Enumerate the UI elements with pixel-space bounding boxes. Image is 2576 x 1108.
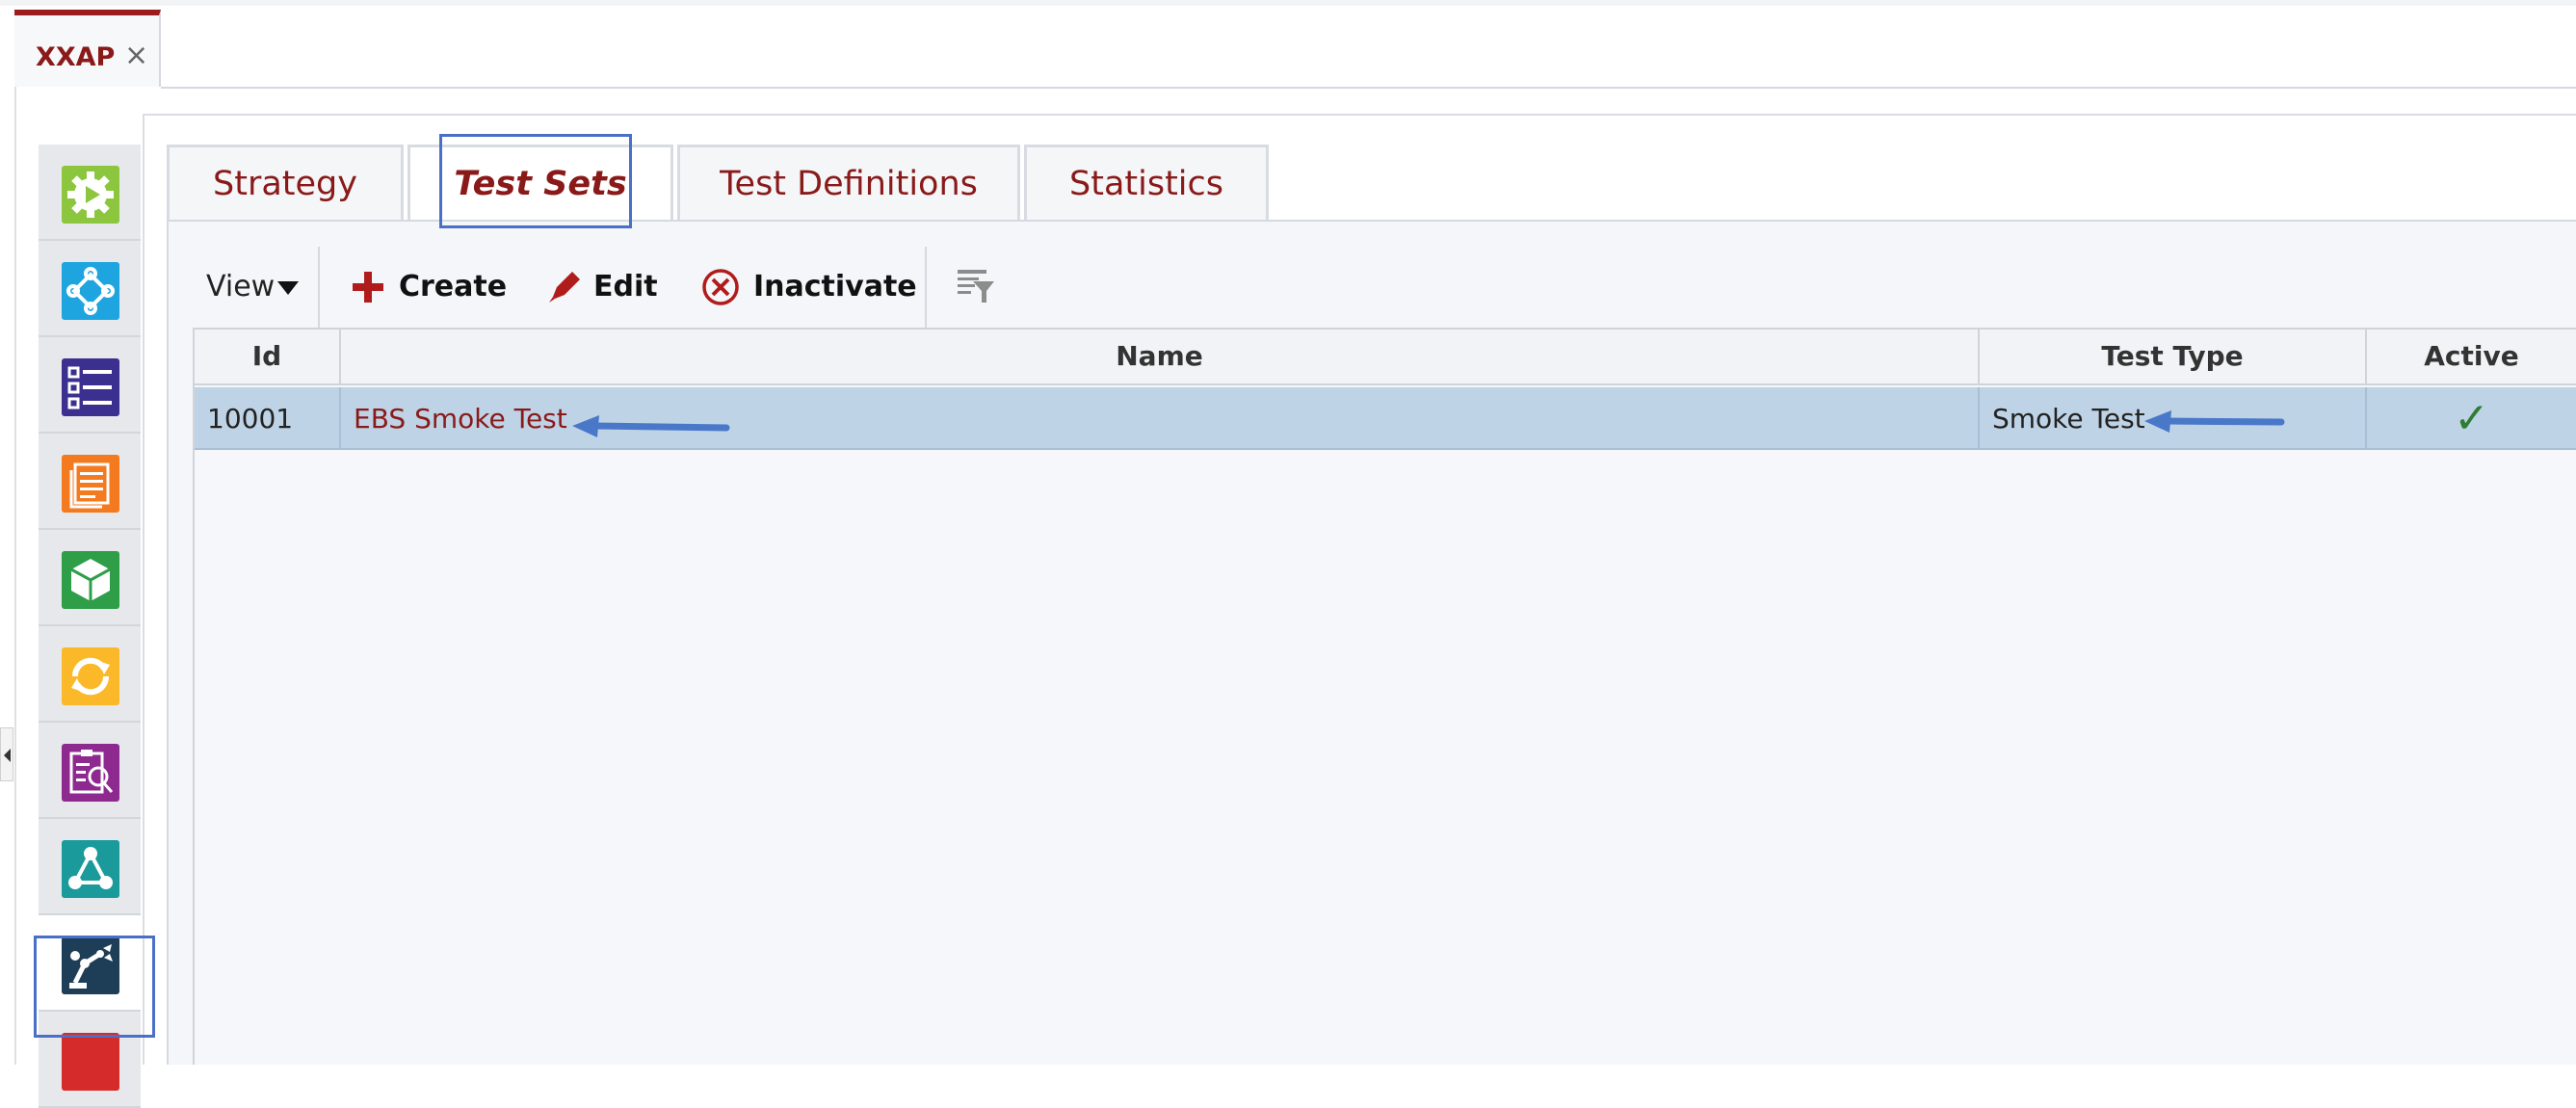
tab-label: Strategy — [213, 165, 357, 203]
sidebar-item-review[interactable] — [39, 723, 141, 819]
filter-columns-button[interactable] — [954, 260, 996, 314]
close-icon[interactable]: × — [124, 39, 148, 72]
inactivate-label: Inactivate — [753, 270, 917, 303]
tab-test-definitions[interactable]: Test Definitions — [677, 145, 1020, 222]
annotation-arrow-name — [572, 415, 730, 437]
column-header-active[interactable]: Active — [2367, 330, 2576, 385]
robot-arm-icon — [62, 937, 119, 994]
create-label: Create — [399, 270, 508, 303]
edit-button[interactable]: Edit — [545, 260, 661, 314]
annotation-arrow-test-type — [2144, 410, 2285, 433]
sidebar-item-more[interactable] — [39, 1012, 141, 1108]
sidebar-item-checklist[interactable] — [39, 337, 141, 434]
tab-test-sets[interactable]: Test Sets — [407, 145, 673, 224]
inactivate-button[interactable]: Inactivate — [701, 260, 917, 314]
sidebar-item-automation[interactable] — [39, 145, 141, 241]
column-header-test-type[interactable]: Test Type — [1980, 330, 2367, 385]
cell-separator — [339, 387, 341, 450]
view-menu-button[interactable]: View — [204, 260, 301, 314]
cancel-circle-icon — [701, 268, 740, 306]
tab-statistics[interactable]: Statistics — [1024, 145, 1269, 222]
view-label: View — [206, 270, 276, 303]
partial-red-icon — [62, 1033, 119, 1091]
tab-label: Test Definitions — [720, 165, 978, 203]
gear-play-icon — [62, 166, 119, 224]
toolbar-separator — [318, 247, 320, 330]
caret-down-icon — [277, 281, 299, 295]
document-tab-xxap[interactable]: XXAP × — [14, 10, 161, 87]
sidebar-item-packages[interactable] — [39, 530, 141, 626]
tab-label: Test Sets — [454, 165, 627, 203]
cube-icon — [62, 551, 119, 609]
clipboard-search-icon — [62, 744, 119, 802]
flow-diamond-icon — [62, 262, 119, 320]
document-tab-label: XXAP — [36, 42, 116, 72]
sidebar-item-sync[interactable] — [39, 626, 141, 723]
document-tab-divider — [161, 87, 2576, 89]
filter-columns-icon — [956, 268, 994, 306]
sidebar-item-flow[interactable] — [39, 241, 141, 337]
active-checkmark-icon: ✓ — [2454, 394, 2489, 443]
network-graph-icon — [62, 840, 119, 898]
refresh-cycle-icon — [62, 647, 119, 705]
checklist-icon — [62, 358, 119, 416]
cell-test-type: Smoke Test — [1992, 403, 2145, 435]
pencil-icon — [547, 268, 584, 304]
module-sidebar — [39, 145, 141, 1108]
cell-name-link[interactable]: EBS Smoke Test — [354, 387, 567, 450]
cell-separator — [1978, 387, 1980, 450]
column-header-name[interactable]: Name — [341, 330, 1980, 385]
tab-strategy[interactable]: Strategy — [167, 145, 404, 222]
toolbar-separator — [925, 247, 927, 330]
column-header-id[interactable]: Id — [195, 330, 341, 385]
sidebar-item-robotics[interactable] — [39, 915, 141, 1012]
cell-id: 10001 — [207, 403, 294, 435]
edit-label: Edit — [593, 270, 658, 303]
create-button[interactable]: Create — [349, 260, 507, 314]
document-stack-icon — [62, 455, 119, 513]
outer-left-border — [14, 87, 16, 1065]
plus-icon — [353, 272, 383, 303]
window-top-strip — [0, 0, 2576, 6]
sidebar-item-network[interactable] — [39, 819, 141, 915]
tab-label: Statistics — [1069, 165, 1223, 203]
sidebar-item-documents[interactable] — [39, 434, 141, 530]
collapse-sidebar-handle[interactable] — [0, 727, 13, 781]
